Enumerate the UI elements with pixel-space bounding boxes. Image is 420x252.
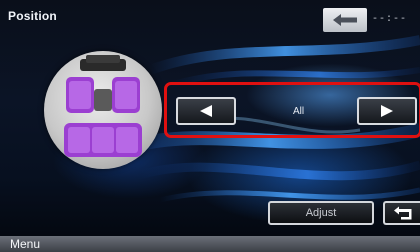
back-button[interactable] (323, 8, 367, 32)
next-position-button[interactable] (357, 97, 417, 125)
menu-button[interactable]: Menu (10, 237, 40, 251)
return-button[interactable] (383, 201, 420, 225)
adjust-button[interactable]: Adjust (268, 201, 374, 225)
adjust-button-label: Adjust (305, 207, 337, 219)
seat-map (44, 51, 162, 169)
left-arrow-icon (200, 105, 212, 117)
back-arrow-icon (333, 14, 357, 26)
position-screen: Position --:-- All Adjust Menu (0, 0, 420, 252)
right-arrow-icon (381, 105, 393, 117)
menu-bar[interactable] (0, 236, 420, 252)
previous-position-button[interactable] (176, 97, 236, 125)
car-seats-icon (64, 55, 142, 157)
page-title: Position (8, 9, 57, 23)
position-value: All (292, 106, 305, 117)
status-readout: --:-- (372, 14, 408, 25)
return-icon (393, 206, 411, 220)
